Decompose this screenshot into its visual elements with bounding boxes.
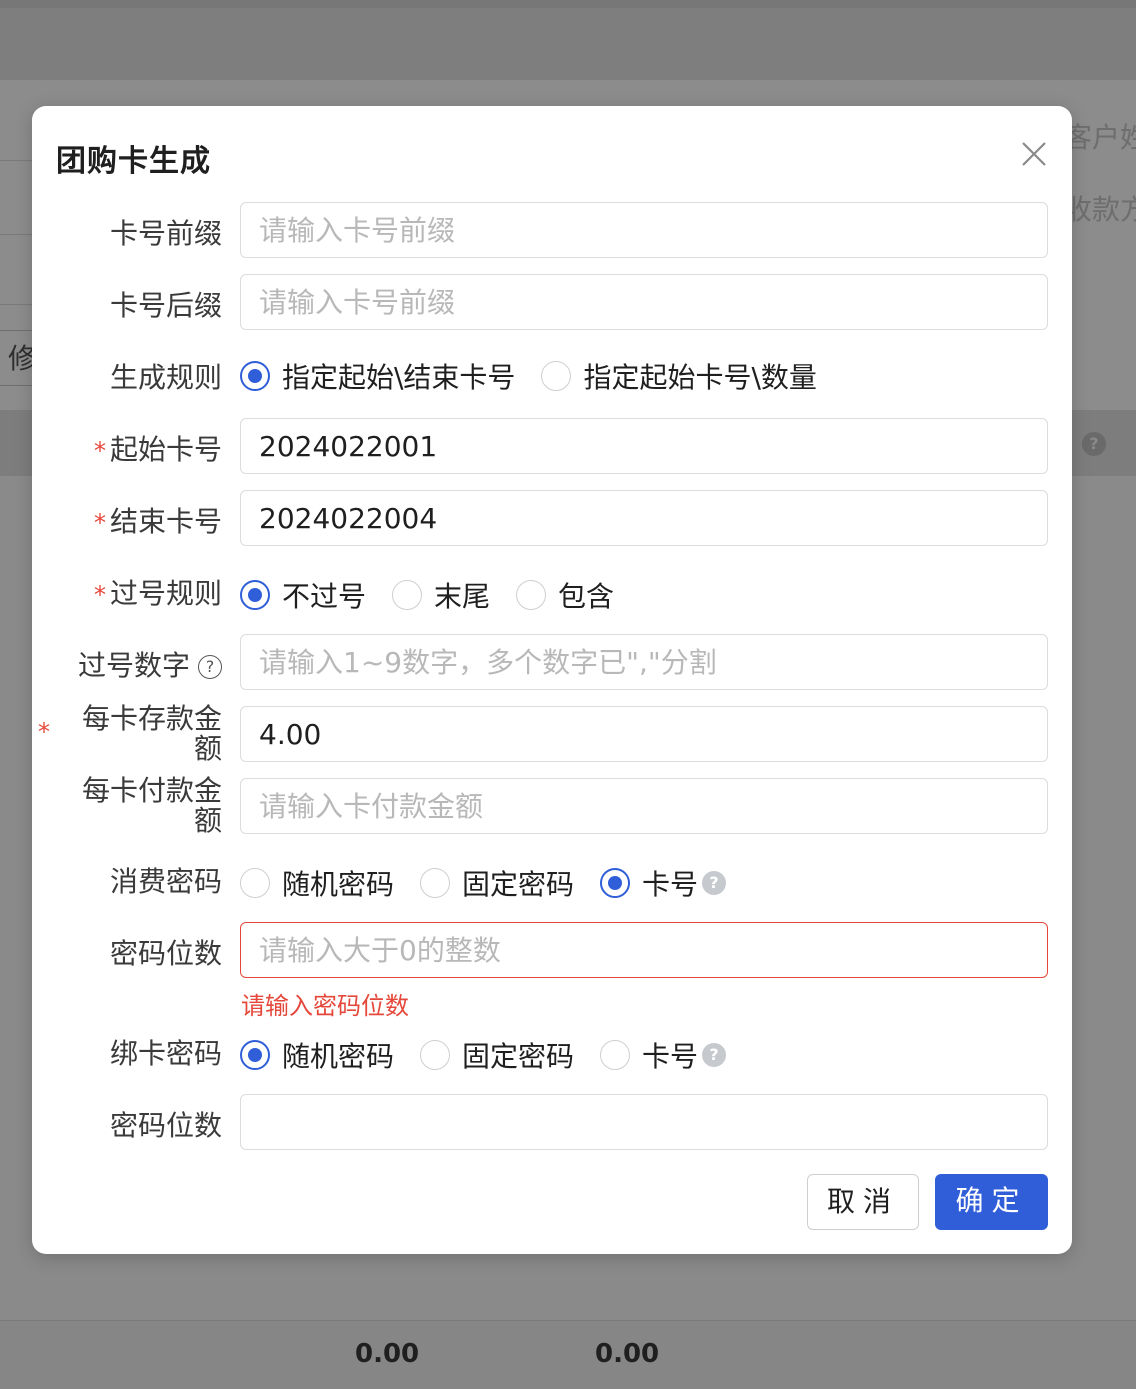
- skip-digits-input[interactable]: [240, 634, 1048, 690]
- start-no-label-text: 起始卡号: [109, 433, 222, 466]
- radio-bind-fixed[interactable]: 固定密码: [420, 1035, 574, 1075]
- radio-label: 固定密码: [462, 868, 575, 901]
- pwd-len-error-message: 请输入密码位数: [241, 992, 409, 1020]
- skip-rule-radio-group: 不过号 末尾 包含: [240, 575, 640, 615]
- radio-unchecked-icon: [516, 580, 547, 610]
- radio-consume-random[interactable]: 随机密码: [240, 863, 394, 903]
- bind-pwd-len-input[interactable]: [240, 1094, 1048, 1150]
- close-icon[interactable]: [1018, 138, 1050, 170]
- skip-rule-label: * 过号规则: [94, 572, 222, 612]
- background-top-strip: [0, 0, 1136, 8]
- consume-pwd-radio-group: 随机密码 固定密码 卡号 ?: [240, 863, 727, 903]
- help-icon[interactable]: ?: [198, 655, 222, 679]
- dialog-title: 团购卡生成: [56, 144, 211, 179]
- radio-label: 随机密码: [282, 868, 395, 901]
- background-help-icon: ?: [1082, 432, 1106, 456]
- background-summary-row: 0.00 0.00: [0, 1320, 1136, 1389]
- radio-label: 不过号: [282, 580, 367, 613]
- bind-pwd-label: 绑卡密码: [109, 1037, 222, 1070]
- radio-label: 随机密码: [282, 1040, 395, 1073]
- background-edit-button: 修: [0, 330, 36, 386]
- prefix-input[interactable]: [240, 202, 1048, 258]
- skip-digits-label: 过号数字?: [78, 644, 222, 684]
- group-card-dialog: 团购卡生成 卡号前缀 卡号后缀 生成规则 指定起始\结束卡号 指定起始卡号\数量…: [32, 106, 1072, 1254]
- pwd-len-label: 密码位数: [109, 1109, 222, 1142]
- radio-label: 末尾: [434, 580, 491, 613]
- skip-rule-label-text: 过号规则: [109, 577, 222, 610]
- radio-consume-fixed[interactable]: 固定密码: [420, 863, 574, 903]
- radio-label: 指定起始\结束卡号: [282, 361, 516, 394]
- cancel-button[interactable]: 取消: [807, 1174, 919, 1230]
- radio-label: 指定起始卡号\数量: [583, 361, 817, 394]
- suffix-label: 卡号后缀: [109, 289, 222, 322]
- radio-checked-icon: [240, 1040, 270, 1070]
- summary-value: 0.00: [595, 1339, 660, 1369]
- start-no-label: * 起始卡号: [94, 428, 222, 468]
- radio-label: 卡号: [642, 1040, 699, 1073]
- summary-value: 0.00: [355, 1339, 420, 1369]
- radio-unchecked-icon: [420, 1040, 451, 1070]
- radio-rule-start-end[interactable]: 指定起始\结束卡号: [240, 356, 515, 396]
- radio-no-skip[interactable]: 不过号: [240, 575, 366, 615]
- deposit-label: 每卡存款金额: [81, 702, 222, 765]
- radio-label: 包含: [558, 580, 615, 613]
- help-icon[interactable]: ?: [702, 1043, 727, 1067]
- pwd-len-label: 密码位数: [109, 937, 222, 970]
- suffix-input[interactable]: [240, 274, 1048, 330]
- skip-digits-label-text: 过号数字: [77, 649, 190, 682]
- bind-pwd-radio-group: 随机密码 固定密码 卡号 ?: [240, 1035, 727, 1075]
- radio-unchecked-icon: [541, 361, 572, 391]
- rule-label: 生成规则: [109, 361, 222, 394]
- end-no-input[interactable]: [240, 490, 1048, 546]
- radio-skip-contain[interactable]: 包含: [516, 575, 614, 615]
- background-header: [0, 0, 1136, 80]
- radio-bind-cardno[interactable]: 卡号: [600, 1035, 698, 1075]
- start-no-input[interactable]: [240, 418, 1048, 474]
- required-mark: *: [93, 437, 106, 465]
- end-no-label: * 结束卡号: [94, 500, 222, 540]
- background-divider: [0, 160, 32, 161]
- prefix-label: 卡号前缀: [109, 217, 222, 250]
- background-field-label: 收款方: [1064, 193, 1136, 226]
- deposit-input[interactable]: [240, 706, 1048, 762]
- radio-checked-icon: [240, 580, 270, 610]
- background-divider: [0, 304, 32, 305]
- rule-radio-group: 指定起始\结束卡号 指定起始卡号\数量: [240, 356, 843, 396]
- end-no-label-text: 结束卡号: [109, 505, 222, 538]
- radio-unchecked-icon: [420, 868, 451, 898]
- radio-bind-random[interactable]: 随机密码: [240, 1035, 394, 1075]
- radio-label: 卡号: [642, 868, 699, 901]
- required-mark: *: [93, 581, 106, 609]
- radio-skip-end[interactable]: 末尾: [392, 575, 490, 615]
- payment-label: 每卡付款金额: [81, 774, 222, 837]
- required-mark: *: [93, 509, 106, 537]
- confirm-button[interactable]: 确定: [935, 1174, 1048, 1230]
- payment-input[interactable]: [240, 778, 1048, 834]
- radio-unchecked-icon: [240, 868, 270, 898]
- radio-checked-icon: [240, 361, 270, 391]
- radio-unchecked-icon: [600, 1040, 631, 1070]
- consume-pwd-label: 消费密码: [109, 865, 222, 898]
- radio-label: 固定密码: [462, 1040, 575, 1073]
- pwd-len-input[interactable]: [240, 922, 1048, 978]
- background-divider: [0, 234, 32, 235]
- help-icon[interactable]: ?: [702, 871, 727, 895]
- background-field-label: 客户姓: [1064, 121, 1136, 154]
- radio-rule-start-count[interactable]: 指定起始卡号\数量: [541, 356, 817, 396]
- required-mark: *: [38, 718, 50, 746]
- radio-consume-cardno[interactable]: 卡号: [600, 863, 698, 903]
- radio-unchecked-icon: [392, 580, 423, 610]
- radio-checked-icon: [600, 868, 631, 898]
